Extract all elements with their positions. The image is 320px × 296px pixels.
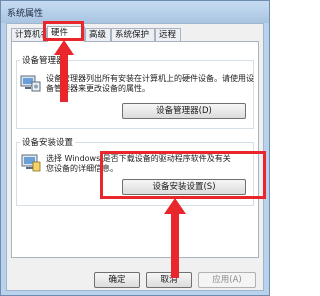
window-title: 系统属性 (7, 9, 44, 19)
device-manager-icon (20, 75, 41, 92)
tab-hardware[interactable]: 硬件 (47, 26, 85, 42)
ok-button[interactable]: 确定 (94, 272, 140, 288)
title-bar: 系统属性 (1, 1, 269, 23)
tab-computer-name[interactable]: 计算机名 (11, 28, 47, 41)
tab-remote[interactable]: 远程 (155, 28, 181, 41)
hardware-tab-panel: 设备管理器 设备管理器列出所有安装在计算机上的硬件设备。请使用设备管理器来更改设… (11, 41, 259, 258)
device-manager-group-title: 设备管理器 (22, 56, 65, 66)
device-install-group-title: 设备安装设置 (22, 138, 74, 148)
device-install-description: 选择 Windows 是否下载设备的驱动程序软件及有关您设备的详细信息。 (46, 154, 231, 173)
device-manager-button[interactable]: 设备管理器(D) (122, 103, 246, 119)
apply-button[interactable]: 应用(A) (198, 272, 256, 288)
device-manager-description: 设备管理器列出所有安装在计算机上的硬件设备。请使用设备管理器来更改设备的属性。 (46, 74, 254, 93)
dialog-client-area: 计算机名 硬件 高级 系统保护 远程 设备管理器 设备管理器列出所有安装在计算机… (6, 23, 264, 291)
device-install-icon (21, 154, 41, 172)
tab-system-protection[interactable]: 系统保护 (111, 28, 155, 41)
cancel-button[interactable]: 取消 (146, 272, 192, 288)
system-properties-window: 系统属性 计算机名 硬件 高级 系统保护 远程 设备管理器 设备管理器列出所有安… (0, 0, 270, 296)
tab-advanced[interactable]: 高级 (85, 28, 111, 41)
device-install-settings-button[interactable]: 设备安装设置(S) (122, 179, 246, 195)
